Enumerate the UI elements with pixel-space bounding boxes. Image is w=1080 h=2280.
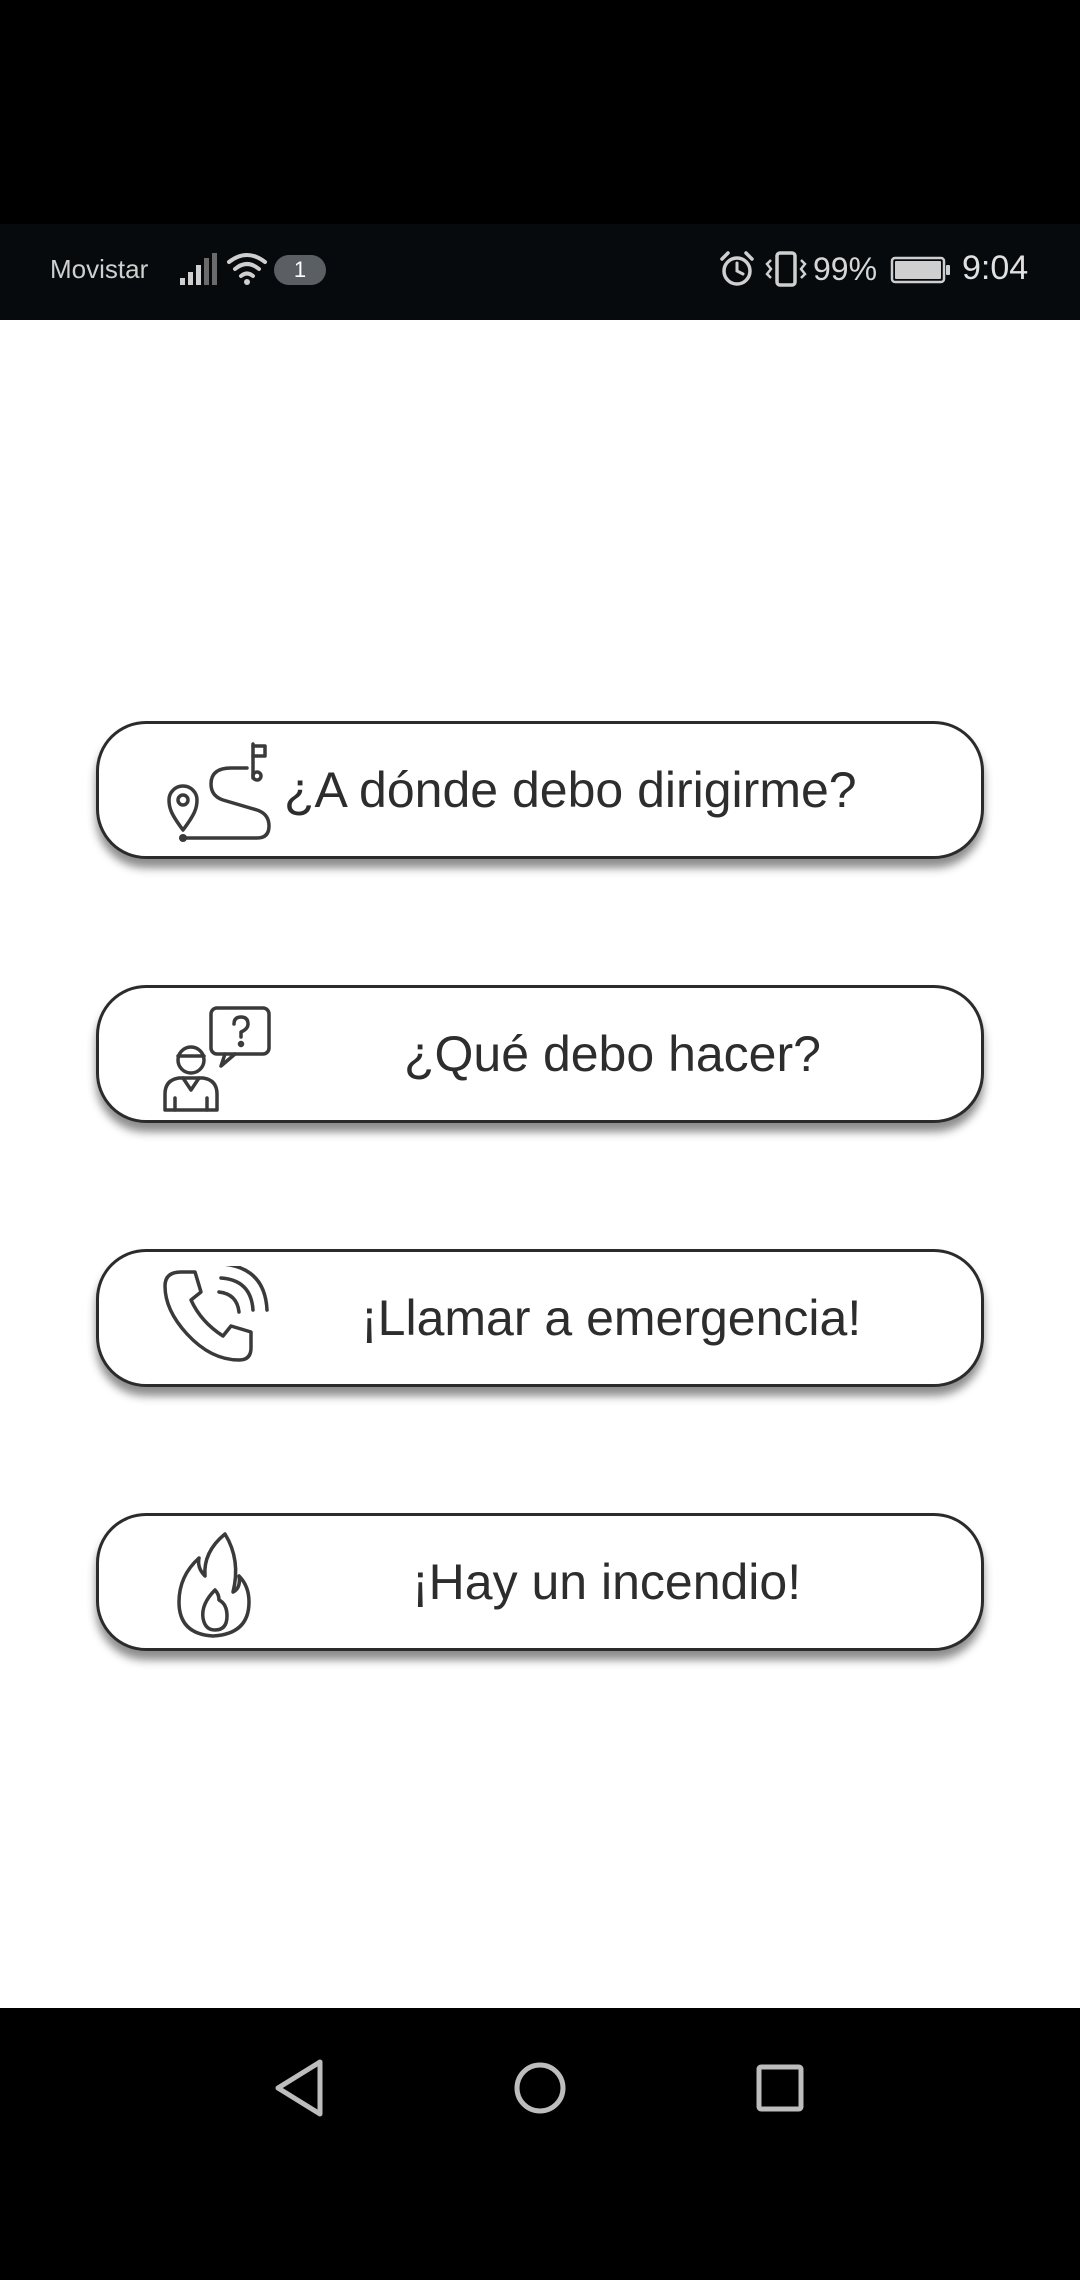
top-black-area xyxy=(0,0,1080,224)
route-pin-icon xyxy=(167,742,271,842)
main-content: ¿A dónde debo dirigirme? ¿Qué debo hacer… xyxy=(0,320,1080,2008)
signal-strength-icon xyxy=(180,253,217,285)
battery-percent: 99% xyxy=(813,251,878,287)
what-to-do-label: ¿Qué debo hacer? xyxy=(404,1026,821,1082)
clock-time: 9:04 xyxy=(962,249,1029,287)
where-to-go-label: ¿A dónde debo dirigirme? xyxy=(284,762,857,818)
fire-alert-button[interactable]: ¡Hay un incendio! xyxy=(96,1513,984,1651)
where-to-go-button[interactable]: ¿A dónde debo dirigirme? xyxy=(96,721,984,859)
call-emergency-button[interactable]: ¡Llamar a emergencia! xyxy=(96,1249,984,1387)
battery-icon xyxy=(890,256,950,284)
carrier-name: Movistar xyxy=(50,254,149,284)
notification-badge: 1 xyxy=(274,255,326,285)
alarm-icon xyxy=(720,251,754,286)
phone-ringing-icon xyxy=(163,1266,269,1362)
person-question-icon xyxy=(163,1006,271,1112)
call-emergency-label: ¡Llamar a emergencia! xyxy=(361,1290,862,1346)
recents-square-icon[interactable] xyxy=(740,2048,820,2128)
fire-icon xyxy=(177,1532,251,1638)
home-circle-icon[interactable] xyxy=(500,2048,580,2128)
vibrate-icon xyxy=(765,251,807,287)
status-bar: Movistar 1 99% 9:04 xyxy=(0,224,1080,320)
what-to-do-button[interactable]: ¿Qué debo hacer? xyxy=(96,985,984,1123)
fire-alert-label: ¡Hay un incendio! xyxy=(412,1554,802,1610)
navigation-bar xyxy=(0,2008,1080,2280)
back-triangle-icon[interactable] xyxy=(260,2048,340,2128)
wifi-icon xyxy=(227,253,267,285)
